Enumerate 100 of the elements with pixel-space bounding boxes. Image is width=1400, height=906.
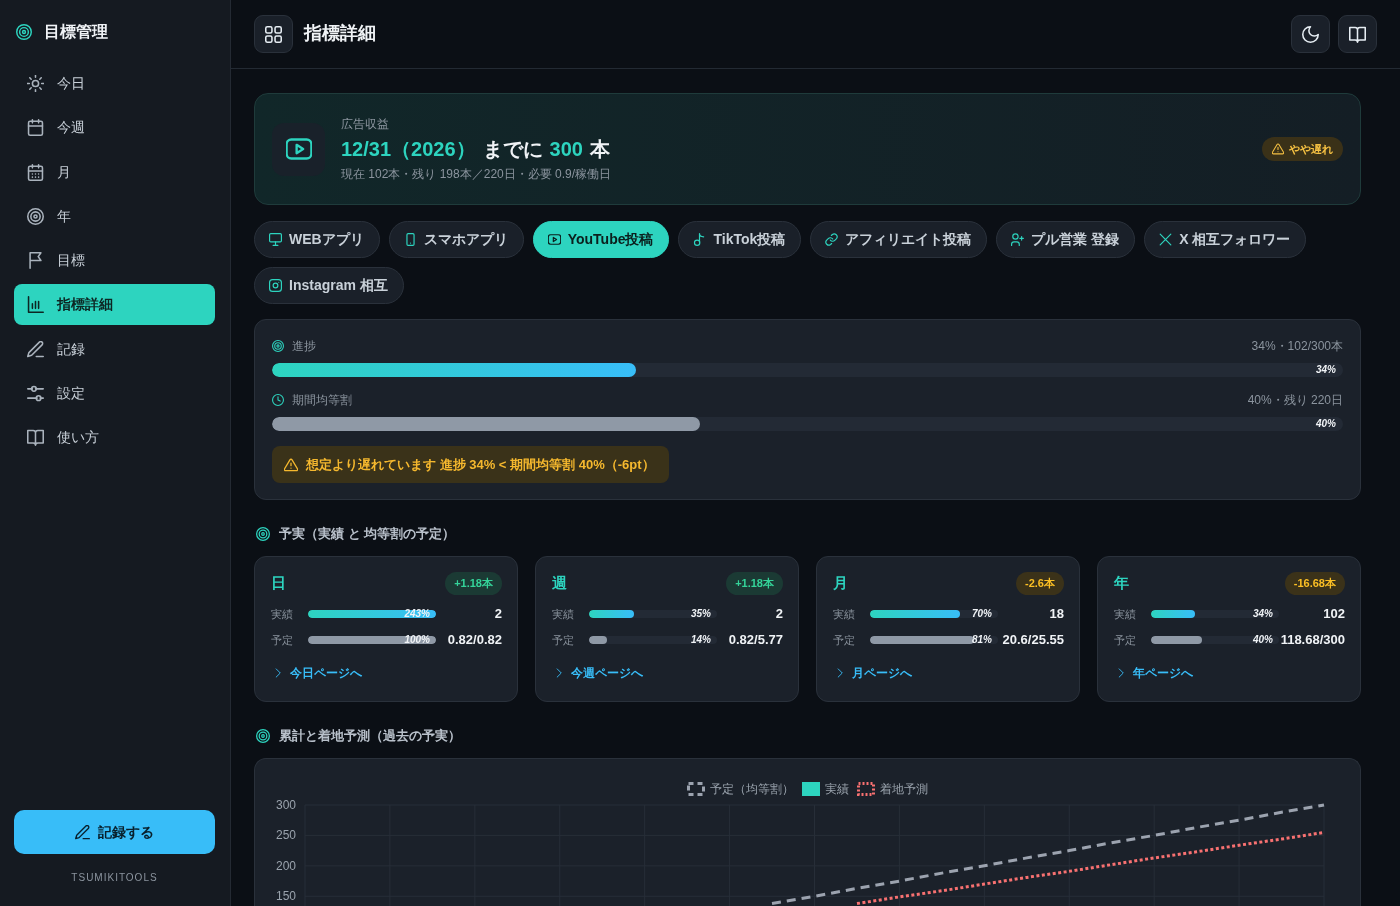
page-link[interactable]: 年ページへ <box>1116 664 1193 682</box>
goal-category: 広告収益 <box>341 116 390 132</box>
delta-badge: +1.18本 <box>445 572 502 595</box>
status-text: やや遅れ <box>1289 141 1333 157</box>
page-link[interactable]: 月ページへ <box>835 664 912 682</box>
row-label: 実績 <box>552 606 575 622</box>
camera-icon <box>269 279 282 292</box>
calendar-icon <box>27 163 44 181</box>
book-icon <box>1349 25 1366 43</box>
section-title: 累計と着地予測（過去の予実） <box>279 727 461 745</box>
target-icon <box>256 527 270 541</box>
brand-title: 目標管理 <box>44 21 108 42</box>
target-icon <box>272 340 284 352</box>
section-title: 予実（実績 と 均等割の予定） <box>279 525 456 543</box>
row-label: 予定 <box>833 632 856 648</box>
play-icon <box>272 122 325 176</box>
nav-item[interactable]: 指標詳細 <box>14 284 215 326</box>
progress-label: 進捗 <box>292 338 316 354</box>
metric-tab[interactable]: YouTube投稿 <box>532 221 670 258</box>
row-label: 予定 <box>552 632 575 648</box>
delta-badge: -2.6本 <box>1016 572 1064 595</box>
page-link[interactable]: 今週ページへ <box>554 664 643 682</box>
period-title: 週 <box>552 573 567 594</box>
warning-icon <box>284 457 298 472</box>
target-icon <box>256 729 270 743</box>
row-value: 0.82/0.82 <box>446 631 502 649</box>
bar-percent: 34% <box>1316 364 1336 376</box>
goal-summary: 現在 102本・残り 198本／220日・必要 0.9/稼働日 <box>341 166 612 182</box>
headline-text: 300 <box>549 137 583 162</box>
row-value: 2 <box>774 605 783 623</box>
period-title: 月 <box>833 573 848 594</box>
headline-text: までに <box>482 137 543 162</box>
grid-button[interactable] <box>254 15 293 53</box>
row-value: 118.68/300 <box>1279 631 1345 649</box>
axis-tick-label: 300 <box>275 799 296 812</box>
sliders-icon <box>27 385 44 403</box>
bar-percent: 70% <box>972 607 992 620</box>
row-value: 18 <box>1048 605 1064 623</box>
user-plus-icon <box>1011 233 1025 246</box>
metric-tab[interactable]: WEBアプリ <box>254 221 380 258</box>
dark-mode-button[interactable] <box>1291 15 1330 53</box>
chevron-right-icon <box>835 668 845 678</box>
legend-label: 実績 <box>825 781 849 797</box>
chevron-right-icon <box>273 668 283 678</box>
page-link[interactable]: 今日ページへ <box>273 664 362 682</box>
metric-tab[interactable]: TikTok投稿 <box>678 221 802 258</box>
pencil-icon <box>27 340 44 358</box>
cross-icon <box>1159 233 1173 246</box>
chevron-right-icon <box>554 668 564 678</box>
book-icon <box>27 429 44 447</box>
progress-label: 期間均等割 <box>292 392 352 408</box>
clock-icon <box>272 394 284 406</box>
music-note-icon <box>693 233 707 246</box>
metric-tab[interactable]: プル営業 登録 <box>996 221 1136 258</box>
row-value: 0.82/5.77 <box>727 631 783 649</box>
metric-tab[interactable]: X 相互フォロワー <box>1144 221 1307 258</box>
target-icon <box>16 23 32 40</box>
delta-badge: -16.68本 <box>1284 572 1345 595</box>
play-icon <box>547 233 561 246</box>
nav-item[interactable]: 目標 <box>14 240 215 282</box>
period-title: 年 <box>1114 573 1129 594</box>
delta-badge: +1.18本 <box>726 572 783 595</box>
bar-chart-icon <box>27 296 44 314</box>
legend-label: 着地予測 <box>880 781 928 797</box>
progress-reading: 40%・残り 220日 <box>1247 392 1343 408</box>
bar-percent: 81% <box>972 633 992 646</box>
nav-item[interactable]: 月 <box>14 151 215 193</box>
bar-percent: 100% <box>404 633 430 646</box>
nav-item[interactable]: 年 <box>14 195 215 237</box>
progress-reading: 34%・102/300本 <box>1251 338 1343 354</box>
headline-text: 12/31（2026） <box>341 137 476 162</box>
metric-tab[interactable]: Instagram 相互 <box>254 267 404 304</box>
bar-percent: 40% <box>1316 418 1336 430</box>
row-value: 2 <box>493 605 502 623</box>
row-label: 実績 <box>271 606 294 622</box>
nav-item[interactable]: 使い方 <box>14 417 215 459</box>
metric-tab[interactable]: スマホアプリ <box>388 221 524 258</box>
row-label: 実績 <box>833 606 856 622</box>
period-title: 日 <box>271 573 286 594</box>
nav-item[interactable]: 記録 <box>14 328 215 370</box>
nav-item[interactable]: 設定 <box>14 373 215 415</box>
pencil-icon <box>75 824 90 840</box>
axis-tick-label: 150 <box>275 889 296 904</box>
moon-icon <box>1302 25 1319 43</box>
metric-tab[interactable]: アフィリエイト投稿 <box>810 221 988 258</box>
calendar-icon <box>27 119 44 137</box>
flag-icon <box>27 252 44 270</box>
bar-percent: 35% <box>691 607 711 620</box>
row-label: 予定 <box>271 632 294 648</box>
page-title: 指標詳細 <box>304 23 376 45</box>
nav-item[interactable]: 今日 <box>14 63 215 104</box>
record-button[interactable]: 記録する <box>14 810 215 854</box>
target-icon <box>27 207 44 225</box>
bar-percent: 14% <box>691 633 711 646</box>
bar-percent: 243% <box>404 607 430 620</box>
nav-item[interactable]: 今週 <box>14 107 215 149</box>
monitor-icon <box>269 233 282 246</box>
guide-button[interactable] <box>1338 15 1377 53</box>
bar-percent: 40% <box>1253 633 1273 646</box>
axis-tick-label: 200 <box>275 858 296 873</box>
